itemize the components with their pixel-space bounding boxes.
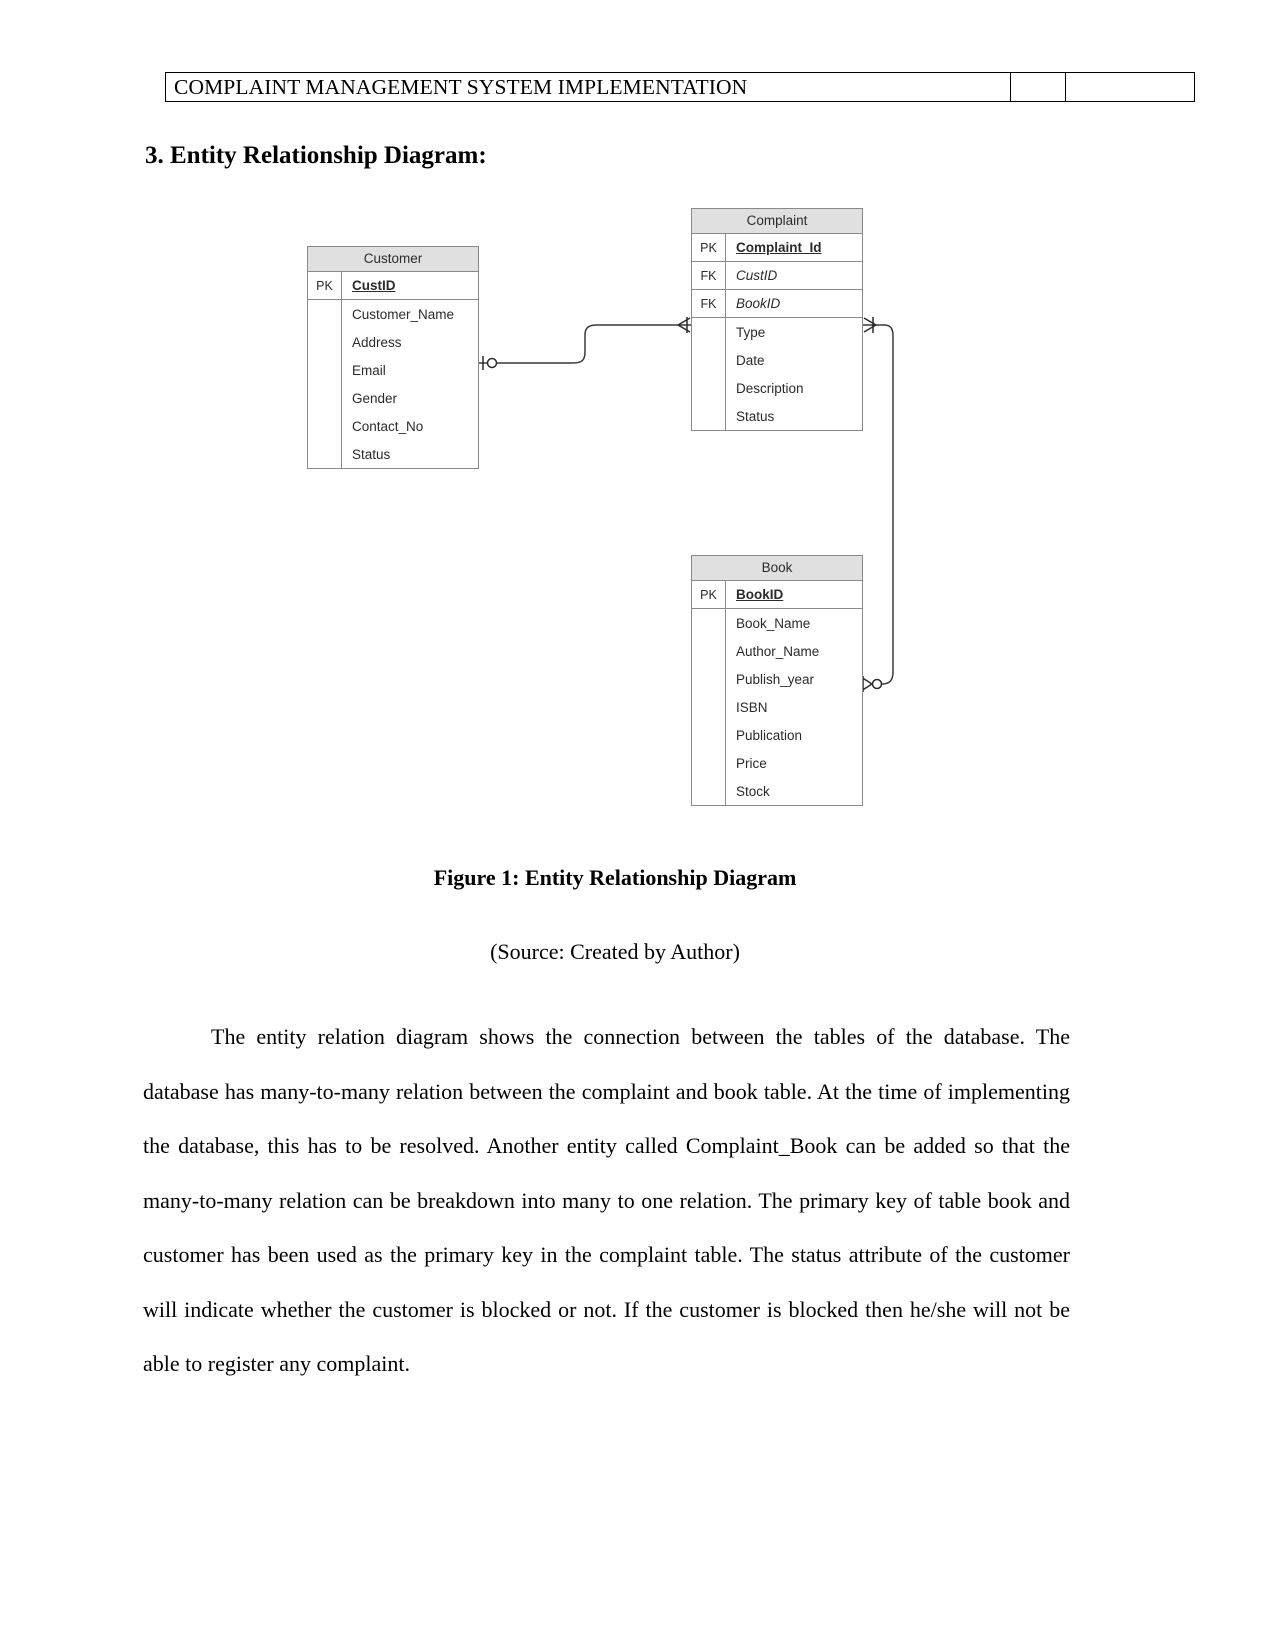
field-name: Description (736, 380, 804, 396)
field-name: Publication (736, 727, 803, 743)
entity-field-row: Address (308, 328, 478, 356)
field-key (308, 384, 342, 412)
entity-customer-fields: PK CustID Customer_Name Address Email Ge… (308, 272, 478, 468)
entity-field-row: Description (692, 374, 862, 402)
er-diagram: Customer PK CustID Customer_Name Address… (0, 195, 1275, 845)
entity-customer: Customer PK CustID Customer_Name Address… (307, 246, 479, 469)
field-key (692, 637, 726, 665)
field-key (308, 300, 342, 328)
field-name: Type (736, 324, 766, 340)
field-name: Contact_No (352, 418, 424, 434)
figure-caption: Figure 1: Entity Relationship Diagram (433, 865, 797, 890)
entity-book-title: Book (692, 556, 862, 581)
field-key: PK (692, 234, 726, 261)
field-key (692, 318, 726, 346)
entity-complaint-title: Complaint (692, 209, 862, 234)
entity-field-row: Author_Name (692, 637, 862, 665)
figure-source: (Source: Created by Author) (490, 939, 740, 964)
field-name: Publish_year (736, 671, 815, 687)
field-name: CustID (352, 278, 396, 293)
entity-field-row: PK BookID (692, 581, 862, 609)
document-header-table: COMPLAINT MANAGEMENT SYSTEM IMPLEMENTATI… (165, 72, 1195, 102)
field-key: PK (308, 272, 342, 299)
field-name: BookID (736, 296, 781, 311)
field-key (692, 346, 726, 374)
body-paragraph: The entity relation diagram shows the co… (143, 1024, 1070, 1376)
field-key (692, 665, 726, 693)
field-name: ISBN (736, 699, 768, 715)
field-key (692, 374, 726, 402)
entity-field-row: PK Complaint_Id (692, 234, 862, 262)
field-name: Gender (352, 390, 398, 406)
entity-field-row: Status (692, 402, 862, 430)
field-key (692, 749, 726, 777)
entity-field-row: Date (692, 346, 862, 374)
field-key (308, 440, 342, 468)
field-key (692, 609, 726, 637)
field-name: Complaint_Id (736, 240, 822, 255)
entity-field-row: Book_Name (692, 609, 862, 637)
entity-complaint: Complaint PK Complaint_Id FK CustID FK B… (691, 208, 863, 431)
entity-field-row: Type (692, 318, 862, 346)
er-relationship-lines (479, 317, 894, 692)
entity-field-row: Stock (692, 777, 862, 805)
header-blank-cell-2 (1065, 72, 1195, 102)
field-name: CustID (736, 268, 778, 283)
entity-field-row: Status (308, 440, 478, 468)
entity-field-row: Price (692, 749, 862, 777)
entity-field-row: PK CustID (308, 272, 478, 300)
field-key: PK (692, 581, 726, 608)
field-key (692, 402, 726, 430)
field-key: FK (692, 262, 726, 289)
field-key (308, 356, 342, 384)
entity-field-row: ISBN (692, 693, 862, 721)
field-name: Stock (736, 783, 770, 799)
field-key (308, 328, 342, 356)
field-key (692, 693, 726, 721)
field-key (692, 777, 726, 805)
field-name: Customer_Name (352, 306, 455, 322)
entity-field-row: FK BookID (692, 290, 862, 318)
header-title: COMPLAINT MANAGEMENT SYSTEM IMPLEMENTATI… (165, 72, 1011, 102)
entity-field-row: Gender (308, 384, 478, 412)
cardinality-zero-or-many-book (860, 676, 883, 692)
field-name: Address (352, 334, 402, 350)
field-key: FK (692, 290, 726, 317)
field-name: Status (736, 408, 775, 424)
section-heading: 3. Entity Relationship Diagram: (145, 142, 487, 169)
entity-field-row: Publish_year (692, 665, 862, 693)
field-name: Book_Name (736, 615, 811, 631)
entity-customer-title: Customer (308, 247, 478, 272)
field-name: Status (352, 446, 391, 462)
entity-book-fields: PK BookID Book_Name Author_Name Publish_… (692, 581, 862, 805)
header-blank-cell-1 (1010, 72, 1066, 102)
field-name: Author_Name (736, 643, 820, 659)
field-key (308, 412, 342, 440)
entity-book: Book PK BookID Book_Name Author_Name Pub… (691, 555, 863, 806)
field-name: Email (352, 362, 386, 378)
field-name: BookID (736, 587, 784, 602)
field-name: Price (736, 755, 767, 771)
relationship-complaint-book (863, 324, 894, 685)
field-name: Date (736, 352, 765, 368)
entity-field-row: Customer_Name (308, 300, 478, 328)
entity-field-row: Publication (692, 721, 862, 749)
field-key (692, 721, 726, 749)
entity-field-row: Email (308, 356, 478, 384)
relationship-customer-complaint (479, 324, 691, 364)
entity-complaint-fields: PK Complaint_Id FK CustID FK BookID Type… (692, 234, 862, 430)
entity-field-row: Contact_No (308, 412, 478, 440)
entity-field-row: FK CustID (692, 262, 862, 290)
header-row: COMPLAINT MANAGEMENT SYSTEM IMPLEMENTATI… (165, 72, 1195, 102)
